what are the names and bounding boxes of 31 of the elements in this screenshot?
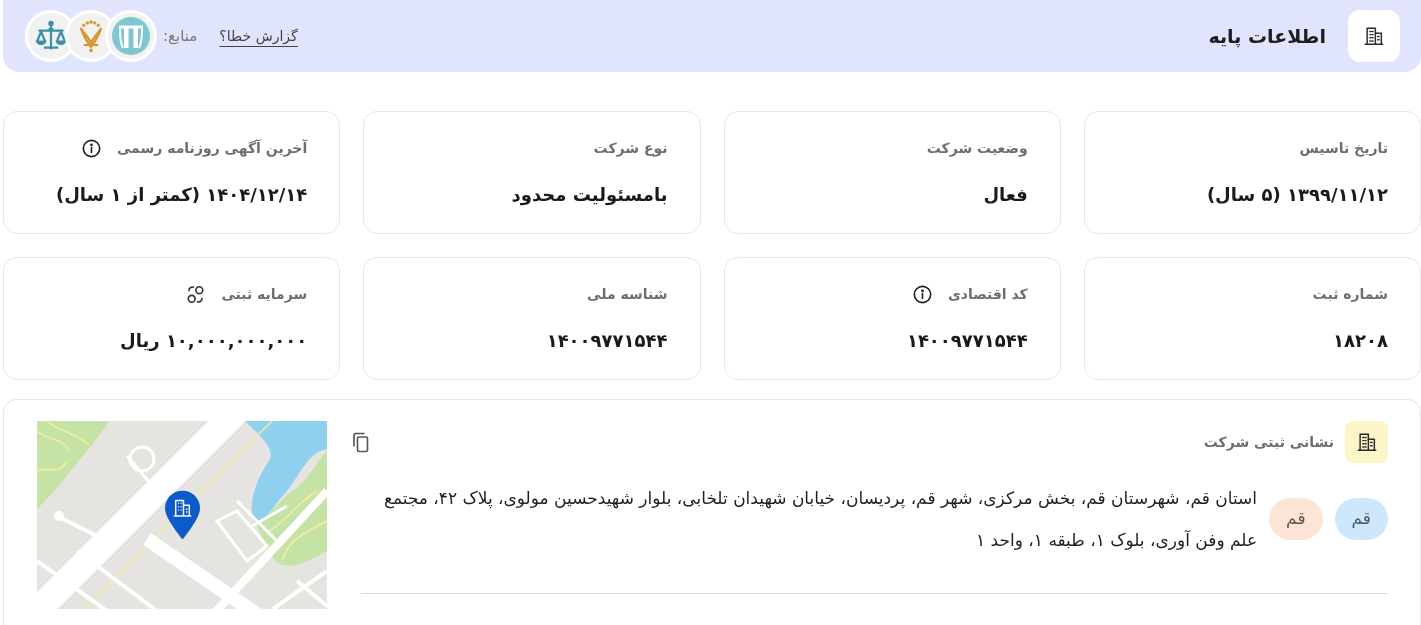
- sources-label: منابع:: [163, 25, 198, 47]
- field-value: ۱۴۰۰۹۷۷۱۵۴۴: [545, 328, 668, 353]
- field-label: کد اقتصادی: [947, 284, 1028, 304]
- field-label: شناسه ملی: [587, 284, 668, 304]
- field-label: تاریخ تاسیس: [1299, 138, 1388, 159]
- address-title: نشانی ثبتی شرکت: [1203, 432, 1334, 453]
- field-value: ۱۳۹۹/۱۱/۱۲ (۵ سال): [1205, 182, 1388, 207]
- region-tag: قم: [1269, 498, 1323, 540]
- field-value: ۱۴۰۴/۱۲/۱۴ (کمتر از ۱ سال): [55, 182, 308, 208]
- building-icon: [1348, 10, 1400, 62]
- field-value: بامسئولیت محدود: [510, 182, 668, 208]
- coins-icon: [186, 284, 206, 304]
- pillars-logo-icon: [105, 10, 157, 62]
- field-label: شماره ثبت: [1312, 284, 1388, 304]
- field-value: فعال: [982, 182, 1028, 207]
- building-icon: [1345, 421, 1388, 463]
- field-label: آخرین آگهی روزنامه رسمی: [116, 138, 308, 159]
- copy-icon[interactable]: [351, 431, 371, 453]
- page-title: اطلاعات پایه: [1208, 23, 1326, 50]
- map-pin-icon: [164, 489, 201, 541]
- field-label: نوع شرکت: [593, 138, 668, 159]
- info-icon[interactable]: [81, 138, 101, 158]
- field-value: ۱۰,۰۰۰,۰۰۰,۰۰۰ ریال: [119, 328, 308, 353]
- field-label: سرمایه ثبتی: [221, 284, 308, 305]
- field-value: ۱۸۲۰۸: [1332, 328, 1388, 353]
- region-tag: قم: [1334, 498, 1388, 540]
- field-value: ۱۴۰۰۹۷۷۱۵۴۴: [905, 328, 1028, 353]
- field-label: وضعیت شرکت: [926, 138, 1028, 159]
- report-error-link[interactable]: گزارش خطا؟: [219, 25, 298, 47]
- address-text: استان قم، شهرستان قم، بخش مرکزی، شهر قم، پردیسان، خیابان شهیدان تلخابی، بلوار شهیدحسین مولوی، پلاک ۴۲، مجتمع علم وفن آوری، بلوک ۱، طبقه ۱، واحد ۱: [382, 487, 1258, 552]
- info-icon[interactable]: [912, 284, 932, 304]
